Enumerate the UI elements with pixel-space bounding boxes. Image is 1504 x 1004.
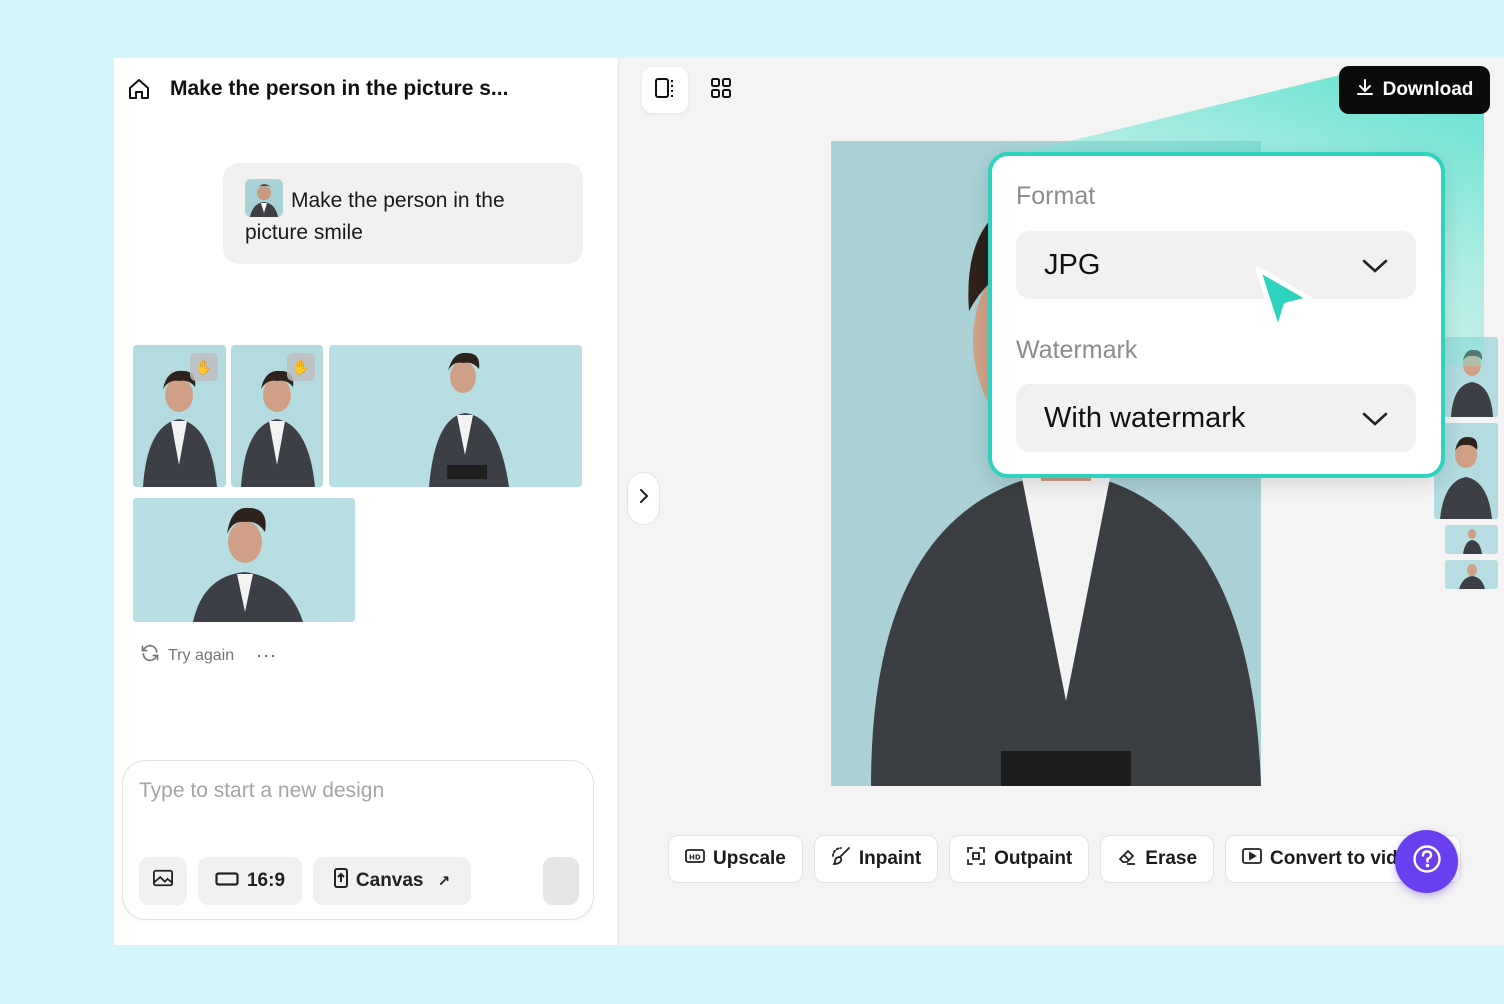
result-thumbnail-3[interactable]	[329, 345, 582, 487]
chat-panel: Make the person in the picture s... Make…	[114, 58, 619, 945]
home-icon[interactable]	[126, 76, 152, 102]
eraser-icon	[1117, 846, 1137, 872]
chevron-right-icon	[639, 488, 649, 509]
prompt-input[interactable]	[139, 779, 569, 803]
chevron-down-icon	[1362, 249, 1388, 282]
message-text: Make the person in the picture smile	[245, 189, 505, 244]
result-thumbnail-4[interactable]	[133, 498, 355, 622]
convert-label: Convert to vid	[1270, 848, 1398, 869]
aspect-ratio-button[interactable]: 16:9	[198, 857, 302, 905]
video-icon	[1242, 847, 1262, 871]
prompt-composer: 16:9 Canvas ↗	[122, 760, 594, 920]
chat-header: Make the person in the picture s...	[126, 76, 508, 102]
watermark-select[interactable]: With watermark	[1016, 384, 1416, 452]
watermark-label: Watermark	[1016, 336, 1138, 364]
inpaint-button[interactable]: Inpaint	[813, 835, 939, 883]
image-icon	[153, 869, 173, 893]
upscale-label: Upscale	[713, 848, 786, 869]
aspect-ratio-label: 16:9	[246, 870, 286, 891]
try-again-button[interactable]: Try again	[140, 643, 234, 668]
grid-view-button[interactable]	[698, 67, 744, 113]
erase-label: Erase	[1145, 848, 1198, 869]
canvas-label: Canvas	[355, 870, 424, 891]
download-button[interactable]: Download	[1339, 66, 1490, 114]
erase-button[interactable]: Erase	[1100, 835, 1215, 883]
window-frame: Make the person in the picture s... Make…	[0, 0, 1504, 1004]
svg-text:HD: HD	[689, 854, 701, 862]
download-label: Download	[1382, 79, 1474, 100]
hd-icon: HD	[685, 848, 705, 870]
expand-icon	[966, 846, 986, 872]
message-actions: Try again ···	[140, 643, 277, 668]
canvas-button[interactable]: Canvas ↗	[313, 857, 471, 905]
download-options-popup: Format JPG Watermark With watermark	[988, 152, 1445, 478]
premium-badge-icon: ✋	[287, 353, 315, 381]
message-image-thumbnail[interactable]	[245, 179, 283, 217]
brush-icon	[831, 846, 851, 872]
view-toggle	[642, 67, 744, 113]
help-button[interactable]	[1395, 830, 1458, 893]
inpaint-label: Inpaint	[858, 848, 922, 869]
format-value: JPG	[1044, 248, 1101, 281]
app-window: Make the person in the picture s... Make…	[114, 58, 1504, 945]
history-thumbnail-3[interactable]	[1445, 525, 1498, 554]
aspect-ratio-icon	[215, 870, 239, 892]
download-icon	[1356, 78, 1374, 102]
chevron-down-icon	[1362, 402, 1388, 435]
question-icon	[1412, 844, 1442, 879]
send-button[interactable]	[543, 857, 579, 905]
user-message: Make the person in the picture smile	[223, 163, 583, 264]
history-thumbnail-4[interactable]	[1445, 560, 1498, 589]
refresh-icon	[140, 643, 160, 668]
try-again-label: Try again	[168, 646, 235, 664]
premium-badge-icon: ✋	[190, 353, 218, 381]
upscale-button[interactable]: HD Upscale	[668, 835, 803, 883]
canvas-icon	[333, 868, 348, 894]
grid-icon	[710, 77, 732, 104]
external-arrow-icon: ↗	[437, 873, 451, 890]
format-label: Format	[1016, 182, 1096, 210]
result-thumbnail-2[interactable]: ✋	[231, 345, 323, 487]
expand-panel-button[interactable]	[627, 472, 660, 525]
cursor-pointer-icon	[1252, 263, 1316, 342]
outpaint-button[interactable]: Outpaint	[949, 835, 1090, 883]
outpaint-label: Outpaint	[994, 848, 1073, 869]
watermark-value: With watermark	[1044, 401, 1246, 434]
single-view-icon	[654, 77, 676, 104]
format-select[interactable]: JPG	[1016, 231, 1416, 299]
single-view-button[interactable]	[642, 67, 688, 113]
edit-toolbar: HD Upscale Inpaint Outpaint Erase Conver…	[668, 835, 1462, 883]
result-thumbnail-1[interactable]: ✋	[133, 345, 226, 487]
page-title: Make the person in the picture s...	[170, 77, 509, 100]
more-options-button[interactable]: ···	[256, 645, 277, 666]
upload-image-button[interactable]	[139, 857, 187, 905]
